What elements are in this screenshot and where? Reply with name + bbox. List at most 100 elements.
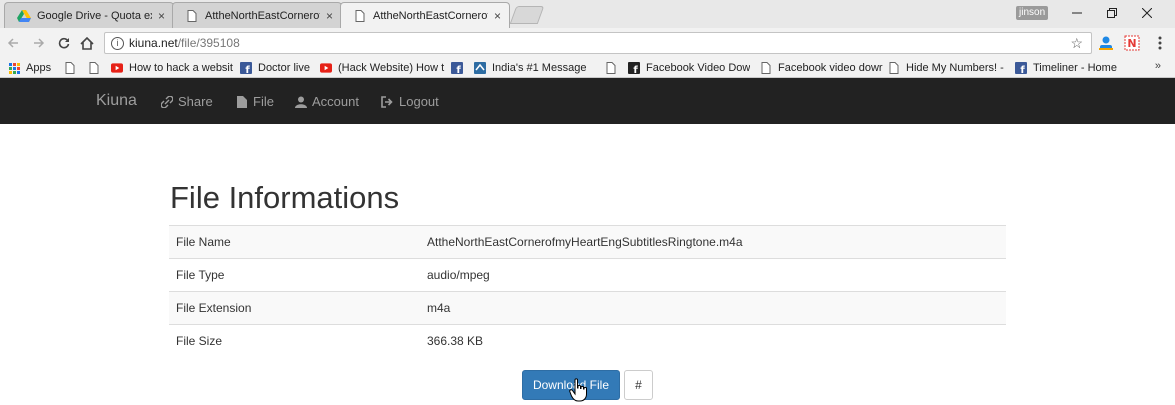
bookmarks-overflow-icon[interactable]: » — [1155, 60, 1161, 72]
address-bar[interactable]: i kiuna.net/file/395108 ☆ — [104, 32, 1092, 54]
url-path: /file/395108 — [177, 36, 240, 50]
file-icon — [235, 95, 248, 108]
bookmark-doctor-live[interactable]: f Doctor live — [240, 60, 310, 76]
url-host: kiuna.net — [129, 36, 178, 50]
close-icon[interactable]: × — [158, 9, 165, 23]
nav-account-label: Account — [312, 94, 359, 109]
row-label: File Size — [169, 324, 419, 357]
share-icon — [160, 95, 173, 108]
page-icon — [353, 9, 367, 23]
row-value: audio/mpeg — [419, 258, 1006, 292]
page-icon — [760, 62, 772, 74]
row-value: 366.38 KB — [419, 324, 1006, 357]
bookmark-label: Doctor live — [258, 62, 310, 74]
page-icon — [605, 62, 617, 74]
nav-file-label: File — [253, 94, 274, 109]
apps-grid-icon — [8, 62, 20, 74]
svg-text:f: f — [633, 65, 638, 74]
bookmark-hack-website[interactable]: How to hack a websit — [111, 60, 233, 76]
nav-file[interactable]: File — [235, 94, 274, 109]
minimize-icon[interactable] — [1062, 4, 1092, 22]
nav-logout-label: Logout — [399, 94, 439, 109]
nav-share-label: Share — [178, 94, 213, 109]
page-icon — [88, 62, 100, 74]
bookmark-facebook-video-dow[interactable]: f Facebook Video Dow — [628, 60, 750, 76]
bookmark-label: How to hack a websit — [129, 62, 233, 74]
file-info-table: File Name AttheNorthEastCornerofmyHeartE… — [169, 225, 1006, 357]
bookmark-page-2[interactable] — [88, 60, 106, 76]
page-icon — [64, 62, 76, 74]
browser-tab-file-active[interactable]: AttheNorthEastCornerofm × — [340, 2, 510, 28]
bookmark-india-message[interactable]: India's #1 Message B — [474, 60, 590, 76]
hash-button[interactable]: # — [624, 370, 653, 400]
bookmark-timeliner[interactable]: f Timeliner - Home — [1015, 60, 1125, 76]
bookmark-hide-my-numbers[interactable]: Hide My Numbers! - — [888, 60, 1006, 76]
new-tab-button[interactable] — [509, 6, 545, 24]
row-label: File Name — [169, 225, 419, 259]
bookmark-page-1[interactable] — [64, 60, 82, 76]
page-icon — [185, 9, 199, 23]
bookmark-label: Facebook video dowr — [778, 62, 883, 74]
forward-arrow-icon[interactable] — [30, 34, 48, 52]
restore-icon[interactable] — [1097, 4, 1127, 22]
nav-account[interactable]: Account — [294, 94, 359, 109]
bookmark-facebook-video-dowr[interactable]: Facebook video dowr — [760, 60, 886, 76]
bookmark-label: Timeliner - Home — [1033, 62, 1117, 74]
youtube-icon — [320, 62, 332, 74]
close-icon[interactable]: × — [326, 9, 333, 23]
table-row-file-extension: File Extension m4a — [169, 291, 1006, 325]
page-title: File Informations — [170, 180, 400, 215]
profile-badge[interactable]: jinson — [1016, 6, 1049, 20]
row-label: File Extension — [169, 291, 419, 325]
extension-person-icon[interactable] — [1096, 33, 1116, 53]
bookmark-apps[interactable]: Apps — [8, 60, 51, 76]
row-value: AttheNorthEastCornerofmyHeartEngSubtitle… — [419, 225, 1006, 259]
browser-tab-google-drive[interactable]: Google Drive - Quota exc × — [4, 2, 174, 28]
table-row-file-name: File Name AttheNorthEastCornerofmyHeartE… — [169, 225, 1006, 259]
message-icon — [474, 62, 486, 74]
hand-cursor-icon — [569, 378, 589, 402]
close-icon[interactable]: × — [494, 9, 501, 23]
svg-text:f: f — [456, 65, 461, 74]
user-icon — [294, 95, 307, 108]
close-window-icon[interactable] — [1132, 4, 1162, 22]
browser-toolbar: i kiuna.net/file/395108 ☆ N — [0, 28, 1175, 58]
bookmark-label: Hide My Numbers! - — [906, 62, 1004, 74]
bookmark-page-3[interactable] — [605, 60, 623, 76]
facebook-icon: f — [240, 62, 252, 74]
reload-icon[interactable] — [55, 34, 73, 52]
table-row-file-size: File Size 366.38 KB — [169, 324, 1006, 357]
home-icon[interactable] — [78, 34, 96, 52]
bookmarks-bar: Apps How to hack a websit f Doctor live … — [0, 58, 1175, 78]
browser-menu-icon[interactable] — [1150, 33, 1170, 53]
row-label: File Type — [169, 258, 419, 292]
svg-text:f: f — [1020, 65, 1025, 74]
browser-tab-file-1[interactable]: AttheNorthEastCornerofm × — [172, 2, 342, 28]
back-arrow-icon[interactable] — [4, 34, 22, 52]
browser-tab-strip: Google Drive - Quota exc × AttheNorthEas… — [0, 0, 1175, 28]
extension-n-icon[interactable]: N — [1122, 33, 1142, 53]
facebook-icon: f — [628, 62, 640, 74]
bookmark-label: Apps — [26, 62, 52, 74]
bookmark-star-icon[interactable]: ☆ — [1070, 35, 1083, 52]
facebook-icon: f — [1015, 62, 1027, 74]
bookmark-label: India's #1 Message B — [492, 62, 590, 74]
page-icon — [888, 62, 900, 74]
nav-logout[interactable]: Logout — [381, 94, 439, 109]
youtube-icon — [111, 62, 123, 74]
table-row-file-type: File Type audio/mpeg — [169, 258, 1006, 292]
tab-label: AttheNorthEastCornerofm — [373, 9, 488, 22]
google-drive-icon — [17, 9, 31, 23]
bookmark-label: Facebook Video Dow — [646, 62, 750, 74]
info-icon[interactable]: i — [111, 36, 124, 50]
bookmark-facebook-1[interactable]: f — [451, 60, 469, 76]
site-navbar: Kiuna Share File Account Logout — [0, 78, 1175, 124]
logout-icon — [381, 95, 394, 108]
bookmark-label: (Hack Website) How t — [338, 62, 445, 74]
svg-text:N: N — [1127, 37, 1136, 50]
nav-share[interactable]: Share — [160, 94, 213, 109]
facebook-icon: f — [451, 62, 463, 74]
bookmark-hack-website-how[interactable]: (Hack Website) How t — [320, 60, 460, 76]
svg-text:f: f — [245, 65, 250, 74]
site-brand[interactable]: Kiuna — [96, 92, 137, 110]
